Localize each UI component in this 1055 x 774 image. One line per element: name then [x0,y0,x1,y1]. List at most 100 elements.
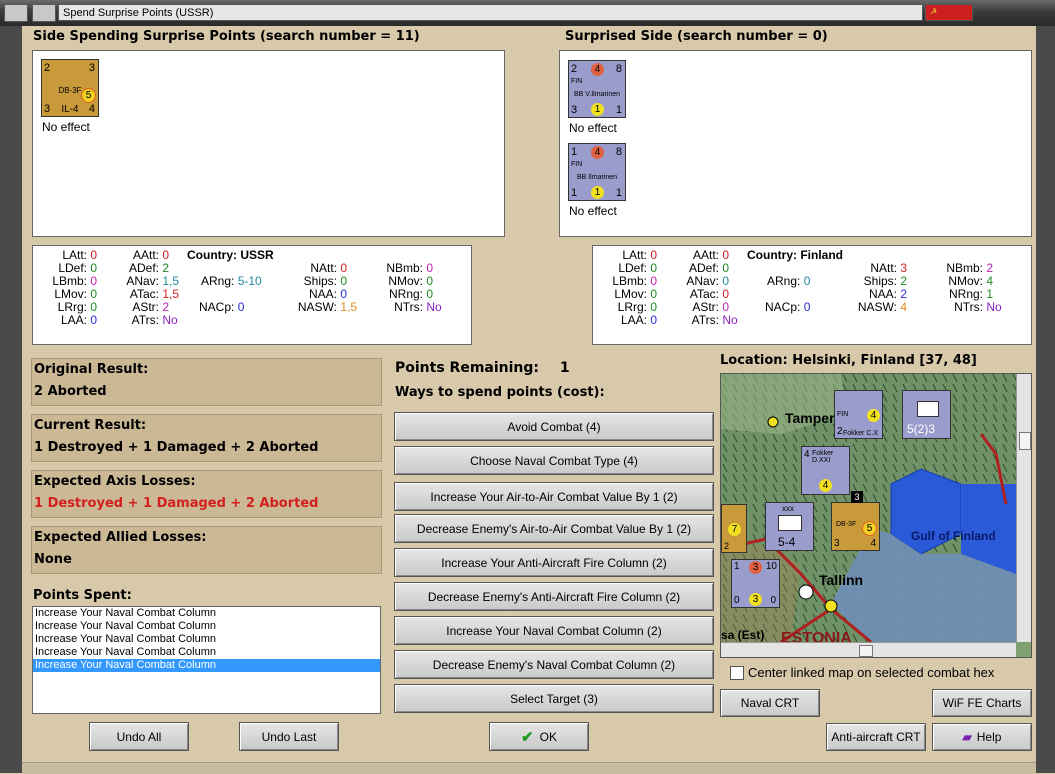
ways-to-spend-label: Ways to spend points (cost): [395,385,605,400]
aa-crt-button[interactable]: Anti-aircraft CRT [826,723,926,751]
scroll-thumb[interactable] [1019,432,1031,450]
help-button-label: Help [976,730,1002,744]
wif-charts-button[interactable]: WiF FE Charts [932,689,1032,717]
counter-value: 2 [724,541,730,551]
map-unit-naval[interactable]: 1 3 10 0 3 0 [731,559,780,608]
stat-lrrg: 0 [90,300,98,314]
map-unit-army[interactable]: xxx 5-4 [765,502,814,551]
ussr-flag-icon: ☭ [925,4,973,21]
counter-badge: 3 [749,561,762,574]
stat-atac: 0 [722,287,730,301]
surprised-units-panel: 2 4 8 FIN BB V.Ilmarinen 3 1 1 No effect… [559,50,1032,237]
unit-counter-ilmarinen-2[interactable]: 1 4 8 FIN BB Ilmarinen 1 1 1 [568,143,626,201]
stat-adef: 2 [162,261,170,275]
stat-arng: 5-10 [237,274,262,288]
unit-counter-db3f[interactable]: 2 3 DB-3F 3 IL-4 4 5 [41,59,99,117]
current-result-box: Current Result: 1 Destroyed + 1 Damaged … [31,414,382,462]
map-horizontal-scrollbar[interactable] [721,642,1016,657]
map-view[interactable]: Tampere Gulf of Finland Tallinn ESTONIA … [720,373,1032,658]
counter-badge: 4 [591,63,604,76]
allied-losses-value: None [34,552,72,567]
counter-value: 1 [615,104,622,116]
stat-lrrg: 0 [650,300,658,314]
country-name: Finland [800,248,844,262]
country-name: USSR [240,248,274,262]
decrease-enemy-air-to-air-button[interactable]: Decrease Enemy's Air-to-Air Combat Value… [394,514,714,543]
points-remaining-value: 1 [559,360,570,376]
map-unit-fokker-cx[interactable]: FIN 2 Fokker C.X 4 [834,390,883,439]
stat-nacp: 0 [237,300,245,314]
stat-nasw: 4 [900,300,908,314]
axis-losses-box: Expected Axis Losses: 1 Destroyed + 1 Da… [31,470,382,518]
counter-badge: 1 [591,186,604,199]
counter-value: 4 [804,449,810,460]
decrease-enemy-aa-fire-button[interactable]: Decrease Enemy's Anti-Aircraft Fire Colu… [394,582,714,611]
counter-value: 0 [770,595,776,606]
naval-crt-button[interactable]: Naval CRT [720,689,820,717]
counter-name: Fokker D.XXI [812,450,834,464]
counter-value: 2 [837,426,843,437]
points-spent-list[interactable]: Increase Your Naval Combat Column Increa… [32,606,381,714]
map-unit-fokker-dxxi[interactable]: 4 Fokker D.XXI 4 [801,446,850,495]
counter-value: 5(2)3 [907,422,936,436]
allied-losses-box: Expected Allied Losses: None [31,526,382,574]
counter-value: 1 [571,187,578,199]
stats-panel-right: LAtt: 0 LDef: 0 LBmb: 0 LMov: 0 LRrg: 0 … [592,245,1032,345]
stat-natt: 0 [340,261,348,275]
stat-atrs: No [722,313,738,327]
decrease-enemy-naval-combat-button[interactable]: Decrease Enemy's Naval Combat Column (2) [394,650,714,679]
stat-lmov: 0 [650,287,658,301]
counter-value: xxx [782,504,794,513]
ok-button[interactable]: ✔ OK [489,722,589,751]
surprised-side-heading: Surprised Side (search number = 0) [565,29,828,44]
stat-astr: 0 [722,300,730,314]
counter-name: BB V.Ilmarinen [573,91,621,98]
help-book-icon: ▰ [962,730,972,744]
stat-nmov: 4 [986,274,994,288]
choose-naval-combat-type-button[interactable]: Choose Naval Combat Type (4) [394,446,714,475]
increase-naval-combat-button[interactable]: Increase Your Naval Combat Column (2) [394,616,714,645]
map-unit-partial[interactable]: 7 2 [721,504,747,553]
unit-counter-ilmarinen-1[interactable]: 2 4 8 FIN BB V.Ilmarinen 3 1 1 [568,60,626,118]
counter-value: 2 [571,63,578,75]
allied-losses-label: Expected Allied Losses: [34,530,207,545]
minimize-button[interactable] [32,4,56,22]
map-vertical-scrollbar[interactable] [1016,374,1031,642]
undo-all-button[interactable]: Undo All [89,722,189,751]
stat-nbmb: 2 [986,261,994,275]
points-remaining-label: Points Remaining: [395,360,540,376]
map-unit-hq[interactable]: 5(2)3 [902,390,951,439]
stat-aatt: 0 [162,248,170,262]
undo-last-button[interactable]: Undo Last [239,722,339,751]
counter-value: 1 [734,561,740,572]
axis-losses-label: Expected Axis Losses: [34,474,196,489]
system-menu-button[interactable] [4,4,28,22]
location-label: Location: Helsinki, Finland [37, 48] [720,353,977,368]
avoid-combat-button[interactable]: Avoid Combat (4) [394,412,714,441]
center-map-checkbox[interactable] [730,666,744,680]
map-unit-db3f[interactable]: DB-3F 5 3 4 [831,502,880,551]
original-result-box: Original Result: 2 Aborted [31,358,382,406]
list-item[interactable]: Increase Your Naval Combat Column [33,646,380,659]
stat-ldef: 0 [650,261,658,275]
scroll-thumb[interactable] [859,645,873,657]
country-label: Country: [187,248,237,262]
stat-laa: 0 [90,313,98,327]
help-button[interactable]: ▰ Help [932,723,1032,751]
current-result-value: 1 Destroyed + 1 Damaged + 2 Aborted [34,440,319,455]
select-target-button[interactable]: Select Target (3) [394,684,714,713]
increase-aa-fire-button[interactable]: Increase Your Anti-Aircraft Fire Column … [394,548,714,577]
counter-badge: 1 [591,103,604,116]
stat-nrng: 1 [986,287,994,301]
stat-lbmb: 0 [650,274,658,288]
stat-ships: 0 [340,274,348,288]
list-item[interactable]: Increase Your Naval Combat Column [33,633,380,646]
list-item[interactable]: Increase Your Naval Combat Column [33,607,380,620]
list-item-selected[interactable]: Increase Your Naval Combat Column [33,659,380,672]
increase-air-to-air-button[interactable]: Increase Your Air-to-Air Combat Value By… [394,482,714,511]
right-frame [1036,26,1055,773]
counter-name: BB Ilmarinen [576,174,618,181]
stat-ntrs: No [426,300,442,314]
list-item[interactable]: Increase Your Naval Combat Column [33,620,380,633]
stat-lmov: 0 [90,287,98,301]
